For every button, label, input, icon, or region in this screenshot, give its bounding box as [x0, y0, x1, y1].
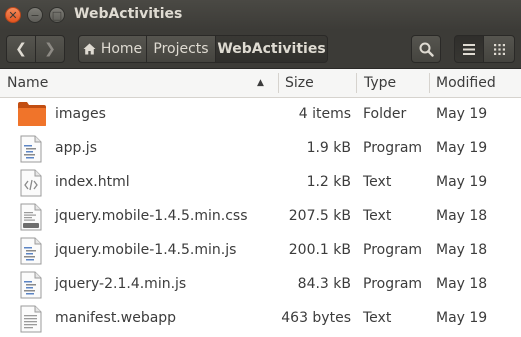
- breadcrumb-home-label: Home: [100, 41, 143, 57]
- file-row[interactable]: app.js 1.9 kB Program May 19: [0, 131, 521, 165]
- chevron-right-icon: ❯: [44, 41, 56, 57]
- file-row[interactable]: index.html 1.2 kB Text May 19: [0, 165, 521, 199]
- column-header-name[interactable]: Name: [7, 69, 48, 97]
- list-view-icon: [463, 43, 475, 55]
- file-modified: May 18: [436, 242, 488, 258]
- file-row[interactable]: jquery.mobile-1.4.5.min.js 200.1 kB Prog…: [0, 233, 521, 267]
- forward-button[interactable]: ❯: [35, 35, 65, 63]
- file-size: 200.1 kB: [288, 242, 351, 258]
- chevron-left-icon: ❮: [15, 41, 27, 57]
- window-title: WebActivities: [74, 6, 183, 22]
- breadcrumb-current-label: WebActivities: [217, 41, 326, 57]
- folder-icon: [18, 101, 46, 129]
- file-modified: May 18: [436, 276, 488, 292]
- file-type: Program: [363, 276, 423, 292]
- file-size: 84.3 kB: [297, 276, 351, 292]
- column-divider[interactable]: [429, 73, 430, 93]
- file-row[interactable]: jquery-2.1.4.min.js 84.3 kB Program May …: [0, 267, 521, 301]
- file-size: 463 bytes: [281, 310, 351, 326]
- title-bar: ✕ − □ WebActivities: [0, 0, 521, 30]
- search-button[interactable]: [411, 35, 441, 63]
- file-row[interactable]: manifest.webapp 463 bytes Text May 19: [0, 301, 521, 335]
- breadcrumb-home[interactable]: Home: [78, 35, 147, 63]
- column-divider[interactable]: [278, 73, 279, 93]
- html-file-icon: [20, 169, 46, 197]
- file-type: Folder: [363, 106, 407, 122]
- breadcrumb-projects[interactable]: Projects: [146, 35, 216, 63]
- script-file-icon: [20, 237, 46, 265]
- grid-view-button[interactable]: [483, 35, 515, 63]
- file-size: 1.9 kB: [306, 140, 351, 156]
- file-modified: May 18: [436, 208, 488, 224]
- file-name: app.js: [55, 140, 97, 156]
- file-modified: May 19: [436, 106, 488, 122]
- file-row[interactable]: images 4 items Folder May 19: [0, 97, 521, 131]
- file-name: index.html: [55, 174, 130, 190]
- file-type: Program: [363, 242, 423, 258]
- column-header-size[interactable]: Size: [285, 69, 314, 97]
- file-type: Text: [363, 208, 392, 224]
- minimize-window-button[interactable]: −: [27, 7, 43, 23]
- breadcrumb-projects-label: Projects: [153, 41, 209, 57]
- home-icon: [83, 43, 96, 55]
- file-name: manifest.webapp: [55, 310, 177, 326]
- close-window-button[interactable]: ✕: [5, 7, 21, 23]
- file-modified: May 19: [436, 174, 488, 190]
- toolbar: ❮ ❯ Home Projects WebActivities: [0, 30, 521, 69]
- file-type: Text: [363, 174, 392, 190]
- column-header-type[interactable]: Type: [364, 69, 396, 97]
- script-file-icon: [20, 135, 46, 163]
- sort-ascending-icon: ▲: [257, 78, 264, 88]
- breadcrumb-webactivities[interactable]: WebActivities: [215, 35, 328, 63]
- file-type: Text: [363, 310, 392, 326]
- script-file-icon: [20, 271, 46, 299]
- file-name: jquery.mobile-1.4.5.min.js: [55, 242, 237, 258]
- file-name: images: [55, 106, 106, 122]
- file-name: jquery-2.1.4.min.js: [55, 276, 187, 292]
- file-size: 1.2 kB: [306, 174, 351, 190]
- file-size: 207.5 kB: [288, 208, 351, 224]
- column-header: Name ▲ Size Type Modified: [0, 69, 521, 98]
- file-modified: May 19: [436, 140, 488, 156]
- file-name: jquery.mobile-1.4.5.min.css: [55, 208, 248, 224]
- maximize-window-button[interactable]: □: [49, 7, 65, 23]
- grid-view-icon: [493, 43, 505, 55]
- file-type: Program: [363, 140, 423, 156]
- file-modified: May 19: [436, 310, 488, 326]
- column-header-modified[interactable]: Modified: [436, 69, 496, 97]
- back-button[interactable]: ❮: [6, 35, 36, 63]
- column-divider[interactable]: [356, 73, 357, 93]
- list-view-button[interactable]: [454, 35, 484, 63]
- search-icon: [419, 42, 434, 57]
- file-row[interactable]: jquery.mobile-1.4.5.min.css 207.5 kB Tex…: [0, 199, 521, 233]
- css-file-icon: [20, 203, 46, 231]
- text-file-icon: [20, 305, 46, 333]
- file-size: 4 items: [298, 106, 351, 122]
